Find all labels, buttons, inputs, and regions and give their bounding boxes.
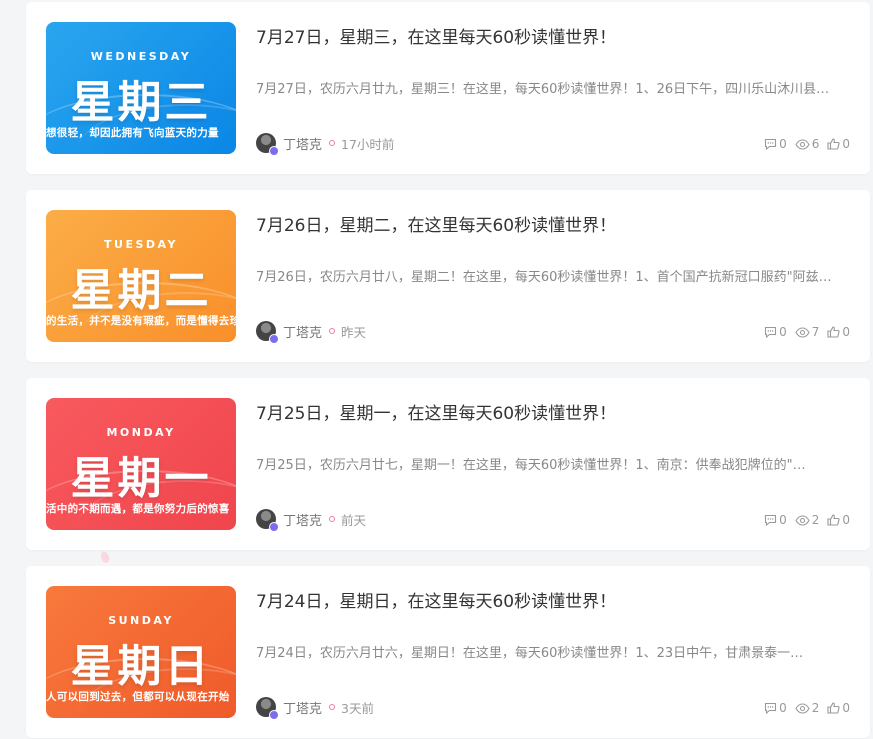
thumbs-up-icon <box>827 702 840 714</box>
time-dot-icon <box>329 140 336 146</box>
post-meta: 丁塔克 前天 <box>256 508 367 532</box>
author-avatar[interactable] <box>256 321 279 344</box>
view-count-value: 7 <box>811 325 820 339</box>
thumbnail-weekday-chinese: 星期一 <box>70 453 212 504</box>
thumbs-up-icon <box>827 326 840 338</box>
comment-count-value: 0 <box>779 701 787 715</box>
view-count-value: 2 <box>811 513 820 527</box>
post-meta: 丁塔克 3天前 <box>256 696 374 720</box>
author-avatar[interactable] <box>256 697 279 720</box>
eye-icon <box>795 702 810 714</box>
post-title-link[interactable]: 7月24日，星期日，在这里每天60秒读懂世界！ <box>256 587 846 612</box>
like-count-value: 0 <box>842 513 850 527</box>
post-time: 前天 <box>341 512 367 528</box>
author-name-link[interactable]: 丁塔克 <box>283 134 322 153</box>
verified-badge-icon <box>269 522 279 532</box>
post-title-link[interactable]: 7月27日，星期三，在这里每天60秒读懂世界！ <box>256 23 846 48</box>
post-thumbnail[interactable]: TUESDAY 星期二 的生活，并不是没有瑕疵，而是懂得去珍惜 <box>46 210 236 342</box>
thumbnail-weekday-chinese: 星期日 <box>70 641 212 692</box>
post-title-link[interactable]: 7月26日，星期二，在这里每天60秒读懂世界！ <box>256 211 846 236</box>
post-excerpt: 7月24日，农历六月廿六，星期日！在这里，每天60秒读懂世界！1、23日中午，甘… <box>256 646 804 661</box>
post-stats: 0 7 0 <box>764 323 850 341</box>
thumbnail-quote: 人可以回到过去，但都可以从现在开始 <box>46 691 230 703</box>
thumbnail-quote: 想很轻，却因此拥有飞向蓝天的力量 <box>46 127 219 139</box>
view-count: 2 <box>795 701 820 715</box>
thumbs-up-icon <box>827 514 840 526</box>
view-count: 7 <box>795 325 820 339</box>
eye-icon <box>795 514 810 526</box>
thumbnail-quote: 活中的不期而遇，都是你努力后的惊喜 <box>46 503 230 515</box>
thumbnail-weekday-english: MONDAY <box>106 426 176 439</box>
time-dot-icon <box>329 704 336 710</box>
verified-badge-icon <box>269 146 279 156</box>
post-card: SUNDAY 星期日 人可以回到过去，但都可以从现在开始 7月24日，星期日，在… <box>26 566 870 738</box>
post-thumbnail[interactable]: SUNDAY 星期日 人可以回到过去，但都可以从现在开始 <box>46 586 236 718</box>
post-card: MONDAY 星期一 活中的不期而遇，都是你努力后的惊喜 7月25日，星期一，在… <box>26 378 870 550</box>
time-dot-icon <box>329 516 336 522</box>
post-excerpt: 7月25日，农历六月廿七，星期一！在这里，每天60秒读懂世界！1、南京：供奉战犯… <box>256 458 806 473</box>
post-excerpt: 7月26日，农历六月廿八，星期二！在这里，每天60秒读懂世界！1、首个国产抗新冠… <box>256 270 838 285</box>
like-count-value: 0 <box>842 325 850 339</box>
comment-count-value: 0 <box>779 137 787 151</box>
thumbnail-weekday-chinese: 星期三 <box>70 77 212 128</box>
comment-icon <box>765 702 777 714</box>
thumbnail-weekday-english: SUNDAY <box>108 614 174 627</box>
view-count-value: 2 <box>811 701 820 715</box>
author-name-link[interactable]: 丁塔克 <box>283 322 322 341</box>
comment-count-value: 0 <box>779 325 787 339</box>
thumbnail-weekday-english: WEDNESDAY <box>90 50 192 63</box>
comment-count-value: 0 <box>779 513 787 527</box>
view-count: 6 <box>795 137 820 151</box>
post-card: TUESDAY 星期二 的生活，并不是没有瑕疵，而是懂得去珍惜 7月26日，星期… <box>26 190 870 362</box>
verified-badge-icon <box>269 334 279 344</box>
author-avatar[interactable] <box>256 133 279 156</box>
post-thumbnail[interactable]: WEDNESDAY 星期三 想很轻，却因此拥有飞向蓝天的力量 <box>46 22 236 154</box>
post-stats: 0 6 0 <box>764 135 850 153</box>
post-time: 17小时前 <box>341 136 395 152</box>
author-avatar[interactable] <box>256 509 279 532</box>
post-card: WEDNESDAY 星期三 想很轻，却因此拥有飞向蓝天的力量 7月27日，星期三… <box>26 2 870 174</box>
comment-count[interactable]: 0 <box>764 137 787 151</box>
author-name-link[interactable]: 丁塔克 <box>283 698 322 717</box>
eye-icon <box>795 138 810 150</box>
thumbnail-quote: 的生活，并不是没有瑕疵，而是懂得去珍惜 <box>46 315 236 327</box>
like-count-value: 0 <box>842 701 850 715</box>
post-stats: 0 2 0 <box>764 511 850 529</box>
comment-icon <box>765 514 777 526</box>
view-count: 2 <box>795 513 820 527</box>
post-meta: 丁塔克 17小时前 <box>256 132 395 156</box>
like-button[interactable]: 0 <box>827 137 850 151</box>
post-meta: 丁塔克 昨天 <box>256 320 367 344</box>
post-time: 昨天 <box>341 324 367 340</box>
comment-count[interactable]: 0 <box>764 701 787 715</box>
thumbnail-weekday-english: TUESDAY <box>104 238 178 251</box>
thumbs-up-icon <box>827 138 840 150</box>
like-button[interactable]: 0 <box>827 513 850 527</box>
post-time: 3天前 <box>341 700 374 716</box>
post-excerpt: 7月27日，农历六月廿九，星期三！在这里，每天60秒读懂世界！1、26日下午，四… <box>256 82 838 97</box>
post-thumbnail[interactable]: MONDAY 星期一 活中的不期而遇，都是你努力后的惊喜 <box>46 398 236 530</box>
view-count-value: 6 <box>811 137 820 151</box>
like-count-value: 0 <box>842 137 850 151</box>
like-button[interactable]: 0 <box>827 701 850 715</box>
verified-badge-icon <box>269 710 279 720</box>
author-name-link[interactable]: 丁塔克 <box>283 510 322 529</box>
comment-count[interactable]: 0 <box>764 325 787 339</box>
like-button[interactable]: 0 <box>827 325 850 339</box>
comment-icon <box>765 138 777 150</box>
petal-decoration <box>99 549 111 565</box>
time-dot-icon <box>329 328 336 334</box>
thumbnail-weekday-chinese: 星期二 <box>70 265 212 316</box>
eye-icon <box>795 326 810 338</box>
post-stats: 0 2 0 <box>764 699 850 717</box>
comment-count[interactable]: 0 <box>764 513 787 527</box>
post-title-link[interactable]: 7月25日，星期一，在这里每天60秒读懂世界！ <box>256 399 846 424</box>
comment-icon <box>765 326 777 338</box>
